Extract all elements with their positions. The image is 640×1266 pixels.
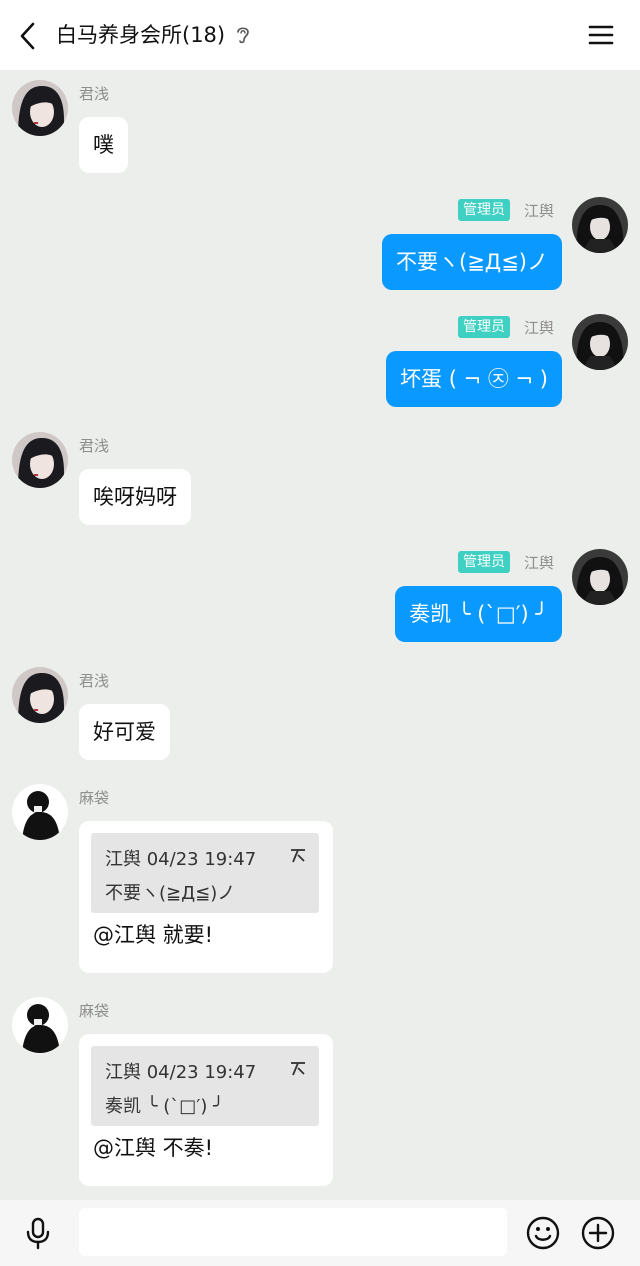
message-item: 管理员 江舆 坏蛋 ( ¬ ㉨ ¬ ) <box>0 307 640 417</box>
quote-meta: 江舆 04/23 19:47 <box>105 849 257 870</box>
reply-message-bubble[interactable]: 江舆 04/23 19:47 奏凯 ╰ (`□′) ╯ @江舆 不奏! <box>79 1034 333 1186</box>
quoted-message[interactable]: 江舆 04/23 19:47 不要ヽ(≧Д≦)ノ <box>91 833 319 913</box>
message-bubble[interactable]: 坏蛋 ( ¬ ㉨ ¬ ) <box>386 351 562 407</box>
quote-icon <box>291 1062 305 1076</box>
sender-name: 江舆 <box>524 319 555 337</box>
avatar[interactable] <box>12 432 68 488</box>
message-input[interactable] <box>79 1208 507 1256</box>
message-bubble[interactable]: 噗 <box>79 117 128 173</box>
admin-badge: 管理员 <box>458 551 510 573</box>
admin-badge: 管理员 <box>458 199 510 221</box>
quote-meta: 江舆 04/23 19:47 <box>105 1062 257 1083</box>
message-bubble[interactable]: 唉呀妈呀 <box>79 469 191 525</box>
admin-badge: 管理员 <box>458 316 510 338</box>
message-item: 麻袋 江舆 04/23 19:47 奏凯 ╰ (`□′) ╯ @江舆 不奏! <box>0 989 640 1189</box>
message-bubble[interactable]: 不要ヽ(≧Д≦)ノ <box>382 234 562 290</box>
chat-title: 白马养身会所(18) <box>56 23 226 47</box>
sender-name: 麻袋 <box>79 1002 110 1020</box>
input-bar <box>0 1200 640 1266</box>
message-item: 管理员 江舆 奏凯 ╰ (`□′) ╯ <box>0 542 640 652</box>
sender-name: 江舆 <box>524 202 555 220</box>
quoted-message[interactable]: 江舆 04/23 19:47 奏凯 ╰ (`□′) ╯ <box>91 1046 319 1126</box>
sender-name: 麻袋 <box>79 789 110 807</box>
avatar[interactable] <box>12 784 68 840</box>
sender-name: 君浅 <box>79 672 110 690</box>
message-item: 君浅 唉呀妈呀 <box>0 422 640 532</box>
ear-icon[interactable] <box>234 24 252 46</box>
menu-icon[interactable] <box>586 20 616 50</box>
message-item: 君浅 噗 <box>0 70 640 180</box>
message-list[interactable]: 君浅 噗 管理员 江舆 不要ヽ(≧Д≦)ノ 管理员 江舆 坏蛋 (¬ ㉨ ¬ … <box>0 70 640 1200</box>
quote-icon <box>291 849 305 863</box>
reply-text: @江舆 不奏! <box>93 1136 214 1160</box>
sender-name: 江舆 <box>524 554 555 572</box>
chevron-left-icon <box>20 22 35 50</box>
message-item: 管理员 江舆 不要ヽ(≧Д≦)ノ <box>0 190 640 300</box>
chat-header: 白马养身会所(18) <box>0 0 640 70</box>
avatar[interactable] <box>572 314 628 370</box>
reply-text: @江舆 就要! <box>93 923 214 947</box>
message-item: 君浅 好可爱 <box>0 657 640 767</box>
plus-circle-icon[interactable] <box>580 1215 616 1251</box>
message-bubble[interactable]: 好可爱 <box>79 704 170 760</box>
avatar[interactable] <box>572 549 628 605</box>
avatar[interactable] <box>12 80 68 136</box>
sender-name: 君浅 <box>79 85 110 103</box>
back-button[interactable] <box>12 20 44 52</box>
quote-text: 不要ヽ(≧Д≦)ノ <box>105 883 236 904</box>
sender-name: 君浅 <box>79 437 110 455</box>
avatar[interactable] <box>12 667 68 723</box>
message-item: 麻袋 江舆 04/23 19:47 不要ヽ(≧Д≦)ノ @江舆 就要! <box>0 776 640 976</box>
smiley-icon[interactable] <box>525 1215 561 1251</box>
reply-message-bubble[interactable]: 江舆 04/23 19:47 不要ヽ(≧Д≦)ノ @江舆 就要! <box>79 821 333 973</box>
message-bubble[interactable]: 奏凯 ╰ (`□′) ╯ <box>395 586 562 642</box>
avatar[interactable] <box>12 997 68 1053</box>
quote-text: 奏凯 ╰ (`□′) ╯ <box>105 1096 224 1117</box>
microphone-icon[interactable] <box>20 1215 56 1251</box>
avatar[interactable] <box>572 197 628 253</box>
